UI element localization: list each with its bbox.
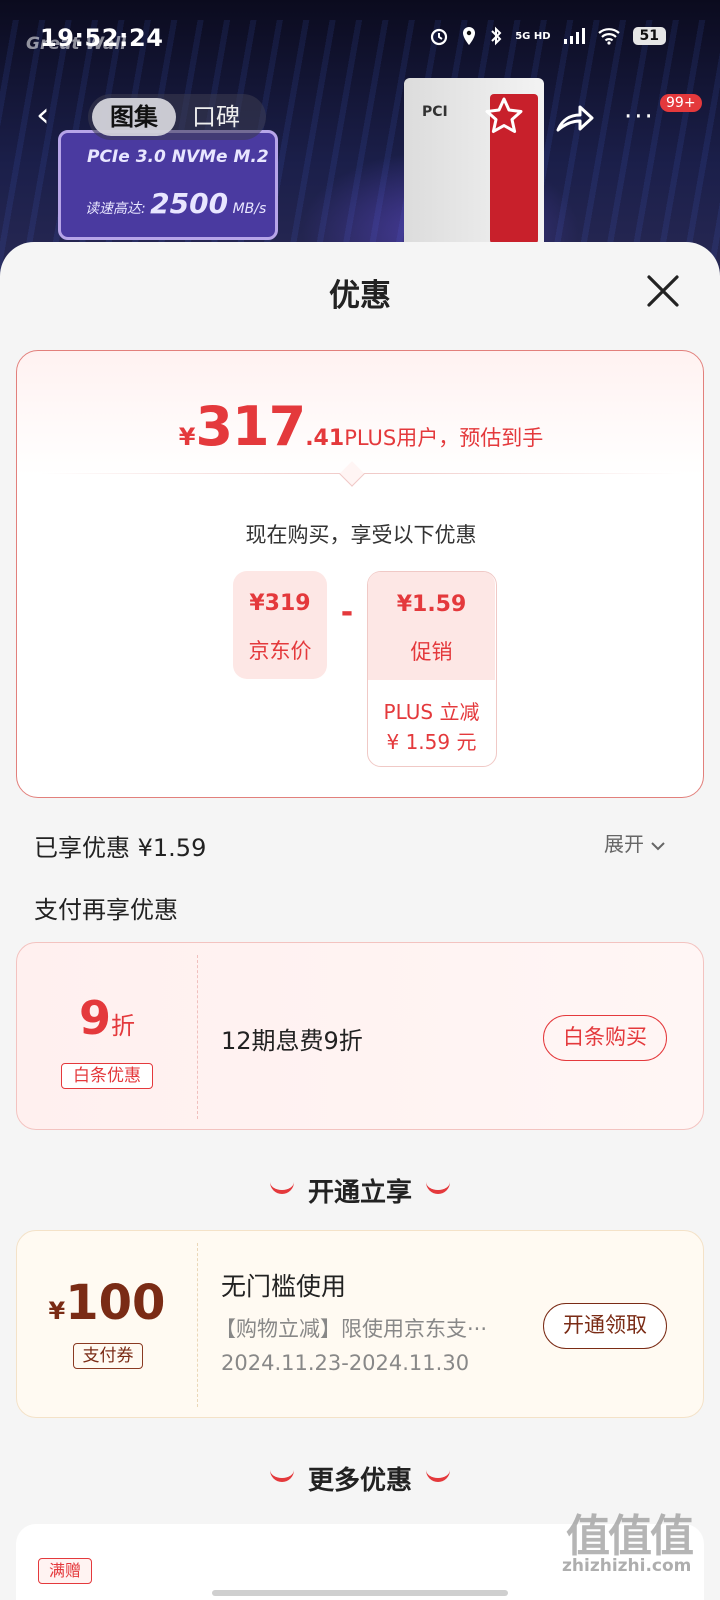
estimated-price-card: ¥317.41PLUS用户，预估到手 现在购买，享受以下优惠 ¥319 京东价 … <box>16 350 704 798</box>
top-nav: ‹ 图集 口碑 ··· 99+ <box>0 90 720 150</box>
buy-now-text: 现在购买，享受以下优惠 <box>245 523 477 547</box>
minus-sign: - <box>340 595 354 630</box>
speed-unit: MB/s <box>232 201 267 217</box>
baitiao-discount: 9折 <box>17 991 197 1045</box>
coupon-currency: ¥ <box>48 1297 66 1325</box>
expand-label: 展开 <box>604 832 644 856</box>
location-icon <box>463 27 476 45</box>
alarm-icon <box>431 28 448 46</box>
jd-price-value: ¥319 <box>249 591 311 616</box>
card-divider <box>197 1243 198 1407</box>
promo-label: 促销 <box>410 640 453 664</box>
price-decimal: .41 <box>305 426 345 451</box>
baitiao-buy-button[interactable]: 白条购买 <box>543 1015 667 1061</box>
bluetooth-icon <box>491 26 502 46</box>
tab-reviews[interactable]: 口碑 <box>192 98 252 136</box>
baitiao-desc: 12期息费9折 <box>221 1027 363 1055</box>
discount-unit: 折 <box>111 1012 135 1040</box>
coupon-tag: 支付券 <box>73 1343 143 1369</box>
site-watermark-logo: 值值值 <box>566 1511 694 1562</box>
open-section-header: 开通立享 <box>0 1172 720 1209</box>
enjoyed-discount: 已享优惠 ¥1.59 <box>34 834 207 862</box>
close-icon[interactable] <box>640 268 686 314</box>
promo-note-line1: PLUS 立减 <box>383 700 480 724</box>
promo-box: ¥1.59 促销 PLUS 立减 ¥ 1.59 元 <box>367 571 497 767</box>
battery-icon: 51 <box>632 27 666 45</box>
expand-button[interactable]: 展开 <box>604 828 666 857</box>
coupon-dates: 2024.11.23-2024.11.30 <box>221 1351 470 1375</box>
price-integer: 317 <box>195 395 306 458</box>
open-section-title: 开通立享 <box>307 1178 412 1208</box>
signal-icon <box>563 28 585 44</box>
speed-value: 2500 <box>150 187 229 220</box>
promo-note-line2: ¥ 1.59 元 <box>386 730 477 754</box>
jd-price-label: 京东价 <box>248 639 312 663</box>
tab-gallery[interactable]: 图集 <box>92 98 176 136</box>
price-label: PLUS用户，预估到手 <box>344 426 544 450</box>
discount-sheet: 优惠 ¥317.41PLUS用户，预估到手 现在购买，享受以下优惠 ¥319 京… <box>0 242 720 1600</box>
baitiao-tag: 白条优惠 <box>61 1063 153 1089</box>
decor-icon <box>269 1182 294 1194</box>
message-badge: 99+ <box>660 94 702 112</box>
baitiao-offer-card: 9折 白条优惠 12期息费9折 白条购买 <box>16 942 704 1130</box>
sheet-title: 优惠 <box>329 278 391 314</box>
share-icon[interactable] <box>552 98 596 138</box>
jd-price-box: ¥319 京东价 <box>233 571 327 679</box>
status-bar: 19:52:24 5G HD 51 <box>0 0 720 78</box>
more-section-title: 更多优惠 <box>307 1466 412 1496</box>
chevron-down-icon <box>651 842 666 851</box>
product-line: PCIe 3.0 NVMe M.2 <box>87 147 269 167</box>
card-divider <box>197 955 198 1119</box>
price-currency: ¥ <box>178 423 196 451</box>
status-icons: 5G HD 51 <box>429 26 666 46</box>
network-type: 5G HD <box>515 30 551 42</box>
wifi-icon <box>597 28 620 45</box>
pay-more-title: 支付再享优惠 <box>34 896 178 924</box>
gift-tag: 满赠 <box>38 1558 92 1584</box>
discount-number: 9 <box>78 991 111 1045</box>
coupon-value: 100 <box>65 1275 166 1331</box>
status-time: 19:52:24 <box>40 24 164 52</box>
gallery-tabs: 图集 口碑 <box>88 94 266 140</box>
estimated-price: ¥317.41PLUS用户，预估到手 <box>17 395 705 458</box>
site-watermark-url: zhizhizhi.com <box>562 1556 692 1576</box>
coupon-desc: 【购物立减】限使用京东支··· <box>215 1317 488 1341</box>
more-icon[interactable]: ··· <box>624 104 655 130</box>
favorite-star-icon[interactable] <box>482 94 526 138</box>
speed-label: 读速高达: <box>85 201 146 217</box>
divider-caret <box>339 461 365 487</box>
promo-value: ¥1.59 <box>396 592 467 617</box>
decor-icon <box>426 1470 450 1482</box>
home-indicator[interactable] <box>212 1590 508 1596</box>
coupon-amount: ¥100 <box>17 1275 197 1331</box>
coupon-claim-button[interactable]: 开通领取 <box>543 1303 667 1349</box>
back-icon[interactable]: ‹ <box>36 98 50 132</box>
product-speed: 读速高达: 2500 MB/s <box>85 187 266 220</box>
more-section-header: 更多优惠 <box>0 1460 720 1497</box>
coupon-title: 无门槛使用 <box>221 1272 347 1301</box>
coupon-card: ¥100 支付券 无门槛使用 【购物立减】限使用京东支··· 2024.11.2… <box>16 1230 704 1418</box>
decor-icon <box>269 1470 294 1482</box>
decor-icon <box>426 1182 450 1194</box>
